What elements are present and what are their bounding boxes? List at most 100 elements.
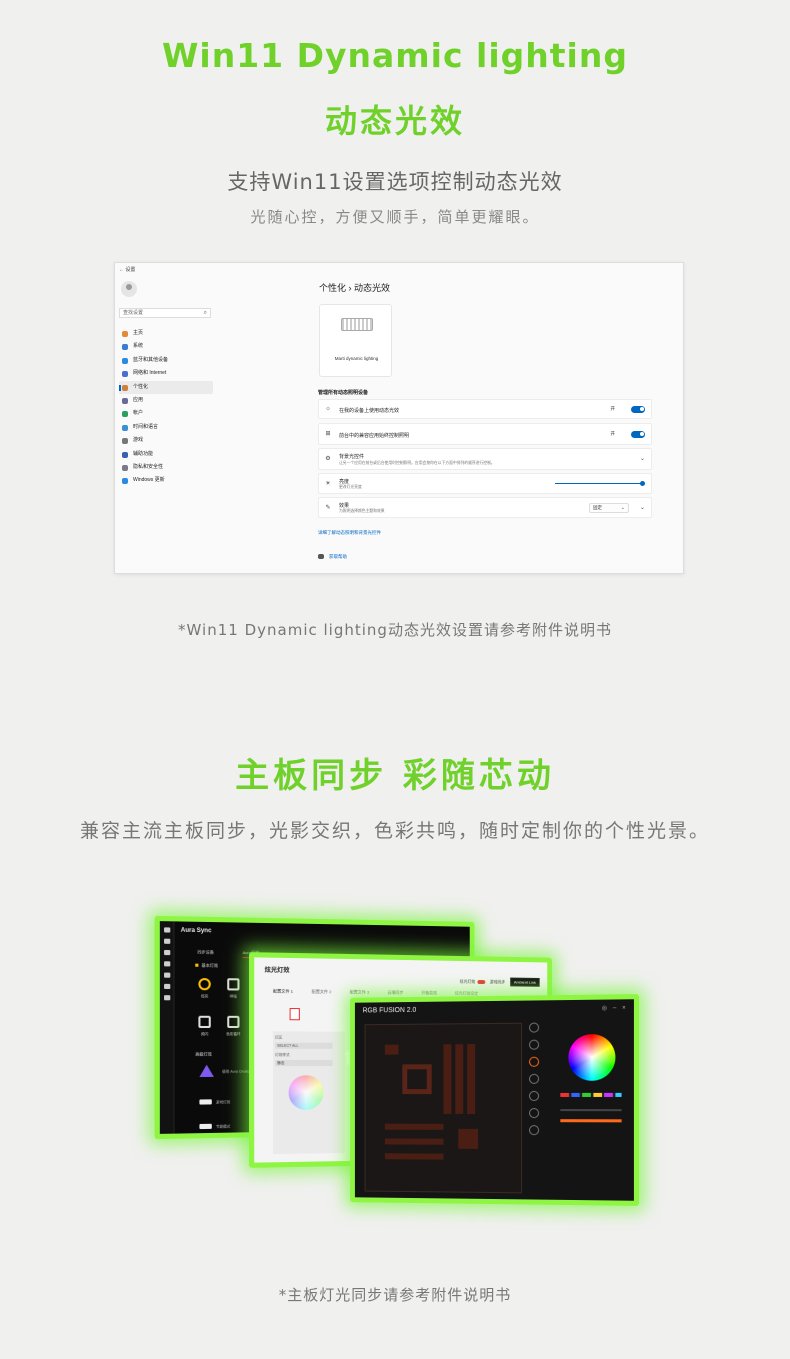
toggle-switch[interactable]: [631, 430, 645, 438]
aura-title: Aura Sync: [180, 927, 212, 935]
mode-icon[interactable]: [529, 1039, 540, 1050]
device-card[interactable]: Marti dynamic lighting: [319, 304, 392, 377]
mode-icon[interactable]: [529, 1073, 540, 1084]
nav-item-personalization[interactable]: 个性化: [119, 380, 213, 394]
brightness-bar[interactable]: [560, 1109, 622, 1112]
row-effects[interactable]: ✎ 效果 为照明选择颜色主题和效果 固定 ⌄ ⌄: [318, 497, 652, 518]
learn-more-link[interactable]: 详细了解动态照明和背景光控件: [318, 530, 381, 536]
help-icon: [318, 554, 324, 560]
tagline: 光随心控，方便又顺手，简单更耀眼。: [250, 208, 540, 226]
effect-style-select[interactable]: 静态: [275, 1060, 333, 1067]
rgb-fusion-window: RGB FUSION 2.0 ◎ – ×: [350, 994, 640, 1206]
apps-icon: [122, 397, 128, 404]
toggle-state: 开: [610, 406, 616, 411]
effect-color-cycle[interactable]: 色彩循环: [220, 1015, 247, 1037]
effect-strobe[interactable]: 频闪: [191, 1015, 218, 1037]
cycle-icon: [227, 1015, 240, 1029]
tab-profile-3[interactable]: 配置文件 3: [350, 989, 370, 994]
nav-item-privacy[interactable]: 隐私和安全性: [119, 461, 213, 474]
system-icon: [122, 344, 128, 351]
windows-settings-screenshot: ← 设置 查找设置 ⌕ 主页 系统 蓝牙和其他设备 网络和 Internet 个…: [114, 262, 684, 574]
settings-nav: 主页 系统 蓝牙和其他设备 网络和 Internet 个性化 应用 帐户 时间和…: [119, 327, 213, 488]
breadcrumb: 个性化 › 动态光效: [319, 283, 390, 293]
row-use-dynamic-lighting[interactable]: ☼ 在我的设备上使用动态光效 开: [318, 399, 652, 419]
search-placeholder: 查找设置: [123, 310, 144, 316]
home-icon: [122, 331, 128, 337]
sun-icon: ☼: [325, 406, 331, 412]
nav-item-home[interactable]: 主页: [119, 327, 213, 340]
mode-icon[interactable]: [529, 1108, 540, 1119]
headline-english: Win11 Dynamic lighting: [162, 36, 628, 75]
mode-icon-active[interactable]: [529, 1056, 540, 1067]
rgb-color-wheel[interactable]: [568, 1033, 616, 1081]
color-swatches[interactable]: [560, 1092, 622, 1097]
game-lighting-switch[interactable]: [199, 1099, 212, 1105]
aura-basic-effects: 基本灯效: [195, 963, 217, 969]
brightness-slider[interactable]: [555, 481, 645, 486]
headline-chinese: 动态光效: [324, 102, 465, 140]
nav-item-bluetooth[interactable]: 蓝牙和其他设备: [119, 354, 213, 367]
tab-profile-2[interactable]: 配置文件 2: [312, 989, 332, 994]
search-input[interactable]: 查找设置 ⌕: [119, 308, 211, 318]
chevron-down-icon: ⌄: [620, 504, 625, 511]
section2-description: 兼容主流主板同步，光影交织，色彩共鸣，随时定制你的个性光景。: [79, 820, 710, 842]
window-controls[interactable]: ◎ – ×: [602, 1004, 628, 1011]
rgb-fusion-title: RGB FUSION 2.0: [362, 1006, 417, 1015]
footnote-motherboard: *主板灯光同步请参考附件说明书: [278, 1286, 512, 1304]
tab-sound[interactable]: 开箱音效: [421, 990, 437, 995]
power-saving-switch[interactable]: [199, 1123, 212, 1130]
accessibility-icon: [122, 451, 128, 458]
effect-select[interactable]: 固定 ⌄: [589, 502, 629, 513]
brightness-icon: ☀: [325, 480, 331, 487]
mode-icon[interactable]: [529, 1090, 540, 1102]
pen-icon: ✎: [325, 504, 331, 511]
row-background-light-control[interactable]: ⚙ 背景光控件 让另一个应用在前台或后台使用时控制照明。应用会按你在以下方面中排…: [318, 448, 652, 470]
effect-breathing[interactable]: 呼吸: [220, 978, 247, 999]
chevron-down-icon[interactable]: ⌄: [640, 455, 645, 462]
aura-tab-sync-devices[interactable]: 同步设备: [197, 949, 214, 955]
strobe-icon: [198, 1015, 211, 1029]
get-help-link[interactable]: 获取帮助: [318, 554, 347, 560]
row-foreground-apps[interactable]: ⊞ 前台中的兼容应用始终控制照明 开: [318, 423, 652, 445]
effect-style-label: 灯效样式: [275, 1052, 290, 1057]
mode-icon[interactable]: [529, 1022, 540, 1033]
toggle-state: 开: [610, 431, 616, 436]
aura-creator-logo: [199, 1064, 214, 1078]
zone-select[interactable]: SELECT ALL: [275, 1042, 333, 1049]
pdf-icon[interactable]: [289, 1007, 300, 1021]
tab-cloud-sync[interactable]: 云端同步: [387, 990, 403, 995]
section2-title: 主板同步 彩随芯动: [235, 756, 555, 796]
footnote-win11: *Win11 Dynamic lighting动态光效设置请参考附件说明书: [178, 621, 612, 639]
ambient-link-button[interactable]: Ambient Link: [510, 977, 540, 987]
effect-static[interactable]: 恒亮: [191, 977, 218, 1000]
tab-profile-1[interactable]: 配置文件 1: [273, 988, 293, 993]
mode-icon[interactable]: [529, 1125, 540, 1136]
nav-item-time-language[interactable]: 时间和语言: [119, 421, 213, 434]
search-icon: ⌕: [203, 310, 207, 316]
nav-item-apps[interactable]: 应用: [119, 394, 213, 407]
chevron-down-icon[interactable]: ⌄: [640, 504, 645, 511]
update-icon: [122, 478, 128, 485]
bluetooth-icon: [122, 357, 128, 364]
nav-item-accessibility[interactable]: 辅助功能: [119, 448, 213, 461]
toggle-switch[interactable]: [631, 405, 645, 413]
subtitle: 支持Win11设置选项控制动态光效: [227, 170, 563, 194]
brush-icon: [122, 384, 128, 391]
static-icon: [198, 977, 211, 991]
nav-item-network[interactable]: 网络和 Internet: [119, 367, 213, 380]
lighting-toggle[interactable]: [477, 979, 485, 985]
settings-topbar: ← 设置: [119, 267, 136, 273]
nav-item-windows-update[interactable]: Windows 更新: [119, 474, 213, 487]
tab-light-settings[interactable]: 炫光灯效设定: [455, 991, 478, 996]
nav-item-gaming[interactable]: 游戏: [119, 434, 213, 447]
speed-bar[interactable]: [560, 1119, 622, 1123]
game-lighting-label: 游戏灯效: [215, 1100, 231, 1105]
nav-item-system[interactable]: 系统: [119, 340, 213, 353]
zone-label: 灯区: [275, 1035, 283, 1040]
apps-control-icon: ⊞: [325, 431, 331, 437]
rgb-mode-icons: [526, 1022, 542, 1143]
globe-icon: [122, 424, 128, 431]
nav-item-accounts[interactable]: 帐户: [119, 407, 213, 420]
color-wheel[interactable]: [288, 1075, 324, 1110]
shield-icon: [122, 464, 128, 471]
